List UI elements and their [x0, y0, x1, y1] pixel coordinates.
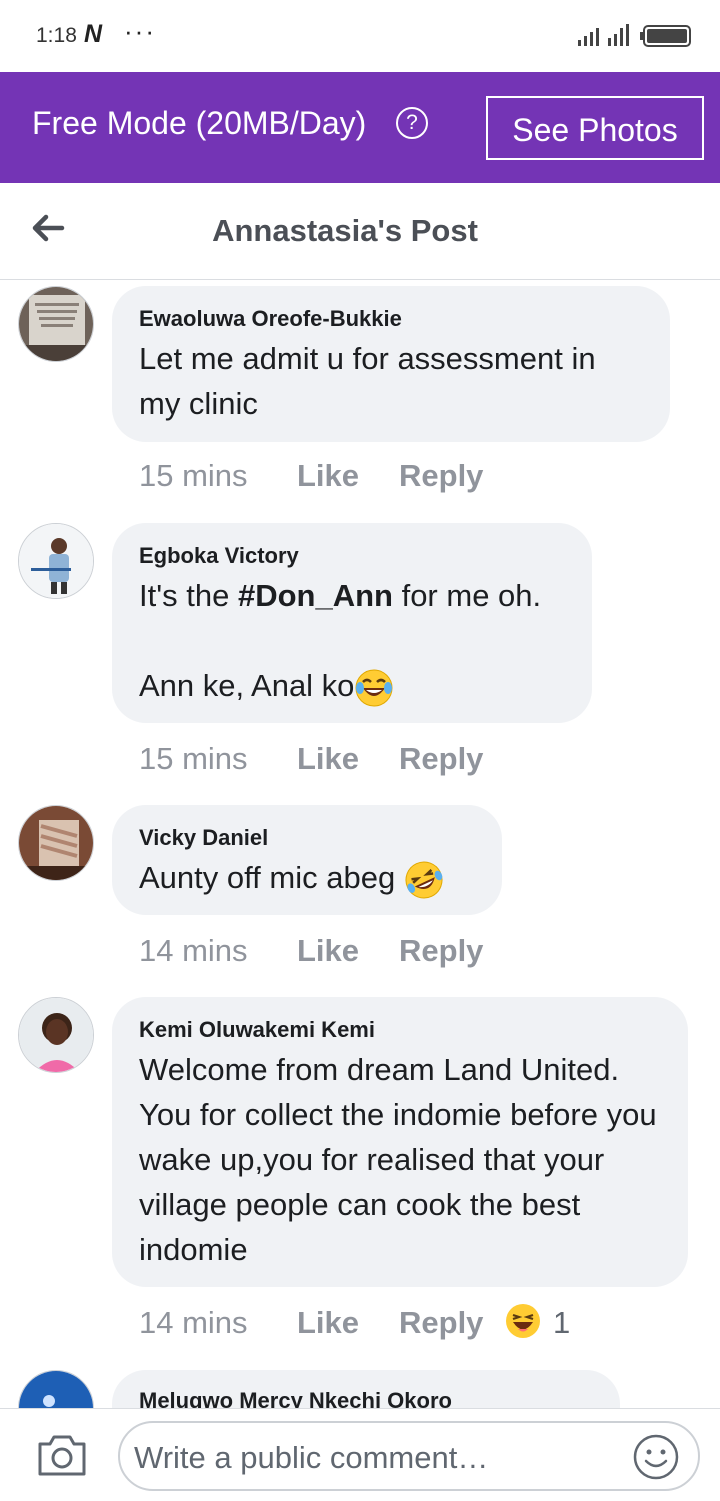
page-title: Annastasia's Post [212, 213, 478, 248]
post-header: Annastasia's Post [0, 183, 720, 280]
reaction-count: 1 [553, 1305, 571, 1340]
signal-battery-icon [578, 24, 691, 47]
comment-input-placeholder: Write a public comment… [134, 1440, 489, 1475]
comment-author[interactable]: Vicky Daniel [139, 825, 476, 851]
comment-author[interactable]: Egboka Victory [139, 543, 566, 569]
comment-author[interactable]: Melugwo Mercy Nkechi Okoro [139, 1388, 594, 1408]
comment-text: Let me admit u for assessment in my clin… [139, 341, 596, 421]
comment-bubble: Egboka Victory It's the #Don_Ann for me … [112, 523, 592, 723]
hashtag-link[interactable]: #Don_Ann [238, 578, 393, 613]
avatar[interactable] [18, 286, 94, 362]
comment-bubble: Vicky Daniel Aunty off mic abeg [112, 805, 502, 915]
comment-text: It's the #Don_Ann for me oh. Ann ke, Ana… [139, 573, 566, 708]
comments-list: Ewaoluwa Oreofe-Bukkie Let me admit u fo… [0, 280, 720, 1408]
comment-text-part: It's the [139, 578, 238, 613]
comment-author[interactable]: Ewaoluwa Oreofe-Bukkie [139, 306, 644, 332]
avatar[interactable] [18, 805, 94, 881]
see-photos-button[interactable]: See Photos [486, 96, 704, 160]
comment-text: Welcome from dream Land United. You for … [139, 1052, 657, 1267]
comment-time: 14 mins [139, 933, 248, 968]
haha-reaction-icon[interactable] [505, 1303, 541, 1347]
comment-text-part: Aunty off mic abeg [139, 860, 404, 895]
comment-time: 14 mins [139, 1305, 248, 1340]
emoji-picker-icon[interactable] [632, 1433, 680, 1481]
comment-composer: Write a public comment… [0, 1408, 720, 1501]
comment-input[interactable]: Write a public comment… [118, 1421, 700, 1491]
reply-button[interactable]: Reply [399, 741, 483, 777]
comment-bubble: Melugwo Mercy Nkechi Okoro [112, 1370, 620, 1408]
avatar[interactable] [18, 997, 94, 1073]
like-button[interactable]: Like [297, 741, 359, 777]
camera-icon[interactable] [36, 1432, 88, 1478]
status-time: 1:18 [36, 24, 77, 47]
comment-bubble: Ewaoluwa Oreofe-Bukkie Let me admit u fo… [112, 286, 670, 442]
reply-button[interactable]: Reply [399, 933, 483, 969]
avatar[interactable] [18, 523, 94, 599]
free-mode-label: Free Mode (20MB/Day) [32, 105, 367, 141]
rolling-laughing-emoji-icon [405, 861, 443, 899]
tears-of-joy-emoji-icon [355, 669, 393, 707]
more-notifications-icon: ··· [124, 16, 156, 46]
help-icon[interactable]: ? [396, 107, 428, 139]
like-button[interactable]: Like [297, 458, 359, 494]
like-button[interactable]: Like [297, 933, 359, 969]
comment-bubble: Kemi Oluwakemi Kemi Welcome from dream L… [112, 997, 688, 1287]
comment-text: Aunty off mic abeg [139, 855, 476, 900]
reply-button[interactable]: Reply [399, 458, 483, 494]
reply-button[interactable]: Reply [399, 1305, 483, 1341]
comment-time: 15 mins [139, 458, 248, 493]
avatar[interactable] [18, 1370, 94, 1408]
comment-author[interactable]: Kemi Oluwakemi Kemi [139, 1017, 662, 1043]
status-bar: 1:18 N ··· [0, 0, 720, 72]
notification-n-icon: N [84, 20, 103, 48]
comment-time: 15 mins [139, 741, 248, 776]
like-button[interactable]: Like [297, 1305, 359, 1341]
